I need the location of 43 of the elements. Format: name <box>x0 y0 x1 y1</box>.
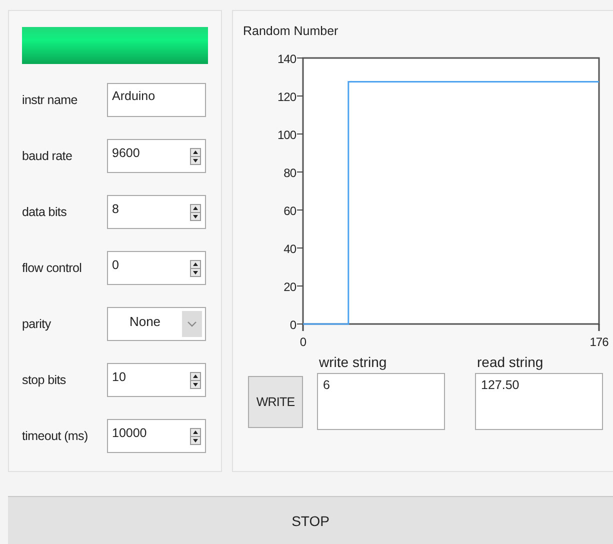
x-tick: 176 <box>590 324 608 349</box>
spinner-icon[interactable] <box>190 372 201 388</box>
y-tick: 60 <box>284 204 304 218</box>
y-tick: 80 <box>284 166 304 180</box>
numeric-field[interactable]: 10000 <box>107 419 206 453</box>
spinner-icon[interactable] <box>190 148 201 164</box>
y-tick-label: 80 <box>284 166 297 180</box>
string-label: write string <box>318 354 388 370</box>
setting-label: data bits <box>22 205 68 219</box>
numeric-field[interactable]: 0 <box>107 251 206 285</box>
y-tick-label: 140 <box>277 52 297 66</box>
graph-title: Random Number <box>243 24 340 38</box>
y-tick-label: 0 <box>290 318 297 332</box>
text-field[interactable]: Arduino <box>107 83 206 117</box>
numeric-field[interactable]: 10 <box>107 363 206 397</box>
spinner-icon[interactable] <box>190 428 201 444</box>
write-string-field[interactable]: 6 <box>317 373 445 430</box>
y-tick-label: 20 <box>284 280 297 294</box>
dropdown-field[interactable]: None <box>107 307 206 341</box>
setting-label: baud rate <box>22 149 74 163</box>
x-tick-label: 176 <box>590 335 610 349</box>
setting-label: stop bits <box>22 373 67 387</box>
setting-label: timeout (ms) <box>22 429 89 443</box>
spinner-icon[interactable] <box>190 204 201 220</box>
write-button[interactable]: WRITE <box>248 376 303 428</box>
setting-label: flow control <box>22 261 83 275</box>
y-tick: 120 <box>277 90 304 104</box>
y-tick: 100 <box>277 128 304 142</box>
stop-button[interactable]: STOP <box>8 496 613 544</box>
string-label: read string <box>476 354 544 370</box>
setting-label: parity <box>22 317 52 331</box>
numeric-field[interactable]: 8 <box>107 195 206 229</box>
y-tick-label: 100 <box>277 128 297 142</box>
y-tick: 20 <box>284 280 304 294</box>
y-tick: 40 <box>284 242 304 256</box>
y-tick: 140 <box>277 52 304 66</box>
spinner-icon[interactable] <box>190 260 201 276</box>
read-string-field: 127.50 <box>475 373 603 430</box>
setting-label: instr name <box>22 93 78 107</box>
numeric-field[interactable]: 9600 <box>107 139 206 173</box>
y-tick-label: 120 <box>277 90 297 104</box>
y-tick-label: 60 <box>284 204 297 218</box>
y-tick-label: 40 <box>284 242 297 256</box>
